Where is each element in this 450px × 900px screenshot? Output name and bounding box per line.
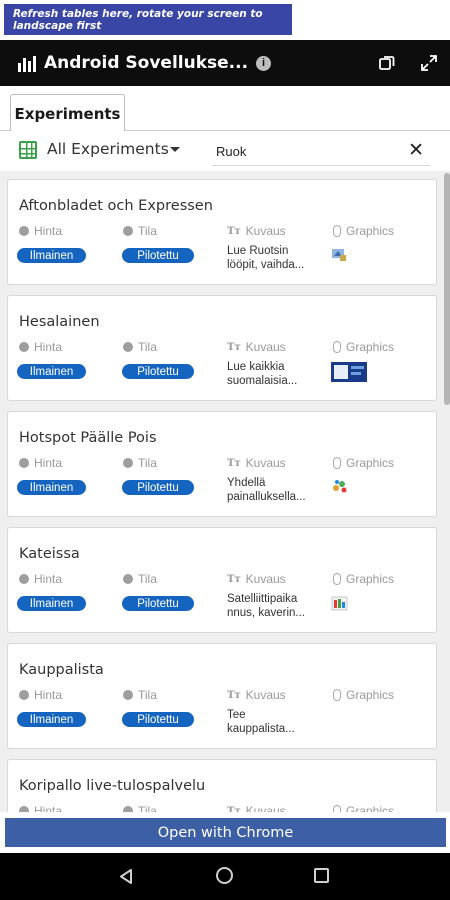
app-thumbnail[interactable]	[331, 478, 349, 494]
description-header: Tт Kuvaus	[227, 688, 286, 702]
android-nav-bar	[0, 853, 450, 900]
close-icon[interactable]: ✕	[408, 139, 424, 161]
card-description: Lue kaikkia suomalaisia...	[227, 361, 298, 387]
graphics-header: Graphics	[333, 456, 394, 470]
recent-apps-icon[interactable]	[314, 868, 329, 883]
back-icon[interactable]	[118, 868, 134, 885]
card-description: Lue Ruotsin lööpit, vaihda...	[227, 245, 305, 271]
graphics-header: Graphics	[333, 224, 394, 238]
circle-icon	[123, 690, 133, 700]
text-type-icon: Tт	[227, 225, 241, 237]
status-badge: Pilotettu	[122, 248, 194, 263]
attachment-icon	[333, 573, 341, 585]
status-header: Tila	[123, 224, 157, 238]
description-header: Tт Kuvaus	[227, 340, 286, 354]
open-with-chrome-button[interactable]: Open with Chrome	[5, 818, 446, 847]
status-header: Tila	[123, 572, 157, 586]
status-header: Tila	[123, 456, 157, 470]
attachment-icon	[333, 457, 341, 469]
view-selector[interactable]: All Experiments	[47, 140, 169, 158]
tab-bar: Experiments	[0, 86, 450, 132]
app-screen: Refresh tables here, rotate your screen …	[0, 0, 450, 900]
status-badge: Pilotettu	[122, 480, 194, 495]
circle-icon	[123, 574, 133, 584]
description-header: Tт Kuvaus	[227, 224, 286, 238]
description-header: Tт Kuvaus	[227, 572, 286, 586]
circle-icon	[19, 574, 29, 584]
list-item[interactable]: Hesalainen Hinta Tila Tт Kuvaus Graphics …	[7, 295, 437, 401]
search-box: ✕	[212, 137, 430, 166]
search-input[interactable]	[216, 144, 396, 159]
card-description: Tee kauppalista...	[227, 709, 295, 735]
price-header: Hinta	[19, 224, 62, 238]
status-badge: Pilotettu	[122, 596, 194, 611]
circle-icon	[19, 690, 29, 700]
card-description: Satelliittipaika nnus, kaverin...	[227, 593, 305, 619]
fullscreen-icon[interactable]	[420, 54, 438, 72]
app-thumbnail[interactable]	[331, 594, 349, 612]
app-thumbnail[interactable]	[331, 246, 347, 262]
circle-icon	[19, 226, 29, 236]
toolbar: All Experiments ✕	[0, 131, 450, 171]
card-title: Hesalainen	[19, 314, 100, 330]
circle-icon	[123, 458, 133, 468]
attachment-icon	[333, 689, 341, 701]
banner-area: Refresh tables here, rotate your screen …	[0, 0, 450, 40]
tab-experiments[interactable]: Experiments	[10, 94, 125, 132]
copy-icon[interactable]	[378, 54, 396, 72]
price-header: Hinta	[19, 456, 62, 470]
grid-view-icon[interactable]	[19, 141, 37, 159]
graphics-header: Graphics	[333, 340, 394, 354]
card-title: Kauppalista	[19, 662, 104, 678]
bar-chart-icon	[18, 54, 36, 72]
app-thumbnail[interactable]	[331, 362, 367, 382]
price-header: Hinta	[19, 572, 62, 586]
price-badge: Ilmainen	[17, 596, 86, 611]
text-type-icon: Tт	[227, 689, 241, 701]
price-badge: Ilmainen	[17, 248, 86, 263]
card-title: Aftonbladet och Expressen	[19, 198, 213, 214]
attachment-icon	[333, 225, 341, 237]
card-title: Kateissa	[19, 546, 80, 562]
list-item[interactable]: Koripallo live-tulospalvelu Hinta Tila T…	[7, 759, 437, 817]
status-badge: Pilotettu	[122, 712, 194, 727]
card-description: Yhdellä painalluksella...	[227, 477, 306, 503]
circle-icon	[19, 342, 29, 352]
circle-icon	[123, 342, 133, 352]
graphics-header: Graphics	[333, 688, 394, 702]
info-icon[interactable]: i	[256, 55, 272, 71]
list-item[interactable]: Aftonbladet och Expressen Hinta Tila Tт K…	[7, 179, 437, 285]
scroll-thumb[interactable]	[444, 173, 450, 405]
scrollbar[interactable]	[443, 171, 450, 817]
attachment-icon	[333, 341, 341, 353]
price-badge: Ilmainen	[17, 364, 86, 379]
home-icon[interactable]	[216, 867, 233, 884]
text-type-icon: Tт	[227, 457, 241, 469]
list-item[interactable]: Kateissa Hinta Tila Tт Kuvaus Graphics Il…	[7, 527, 437, 633]
list-item[interactable]: Hotspot Päälle Pois Hinta Tila Tт Kuvaus …	[7, 411, 437, 517]
record-list: Aftonbladet och Expressen Hinta Tila Tт K…	[0, 171, 450, 817]
title-bar: Android Sovellukse... i	[0, 40, 450, 86]
price-header: Hinta	[19, 688, 62, 702]
refresh-banner[interactable]: Refresh tables here, rotate your screen …	[4, 4, 292, 35]
page-title: Android Sovellukse...	[44, 53, 249, 73]
graphics-header: Graphics	[333, 572, 394, 586]
description-header: Tт Kuvaus	[227, 456, 286, 470]
circle-icon	[19, 458, 29, 468]
text-type-icon: Tт	[227, 573, 241, 585]
chevron-down-icon[interactable]	[170, 147, 180, 152]
price-header: Hinta	[19, 340, 62, 354]
price-badge: Ilmainen	[17, 712, 86, 727]
text-type-icon: Tт	[227, 341, 241, 353]
chrome-bar: Open with Chrome	[0, 812, 450, 853]
status-badge: Pilotettu	[122, 364, 194, 379]
price-badge: Ilmainen	[17, 480, 86, 495]
circle-icon	[123, 226, 133, 236]
status-header: Tila	[123, 340, 157, 354]
card-title: Koripallo live-tulospalvelu	[19, 778, 206, 794]
list-item[interactable]: Kauppalista Hinta Tila Tт Kuvaus Graphics…	[7, 643, 437, 749]
card-title: Hotspot Päälle Pois	[19, 430, 157, 446]
status-header: Tila	[123, 688, 157, 702]
